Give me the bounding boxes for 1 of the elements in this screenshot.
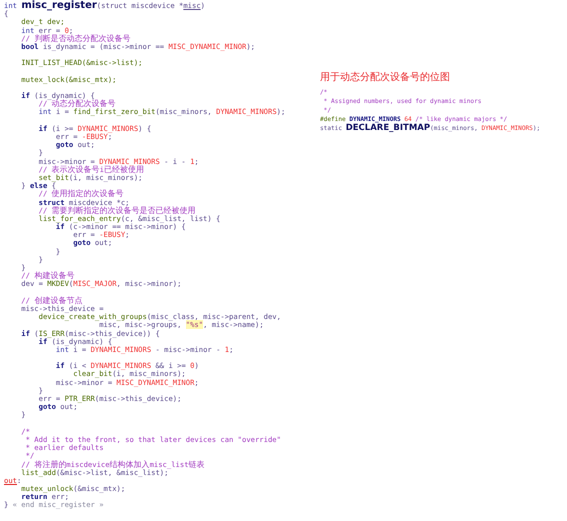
annotation-text: 用于动态分配次设备号的位图 bbox=[320, 70, 450, 84]
